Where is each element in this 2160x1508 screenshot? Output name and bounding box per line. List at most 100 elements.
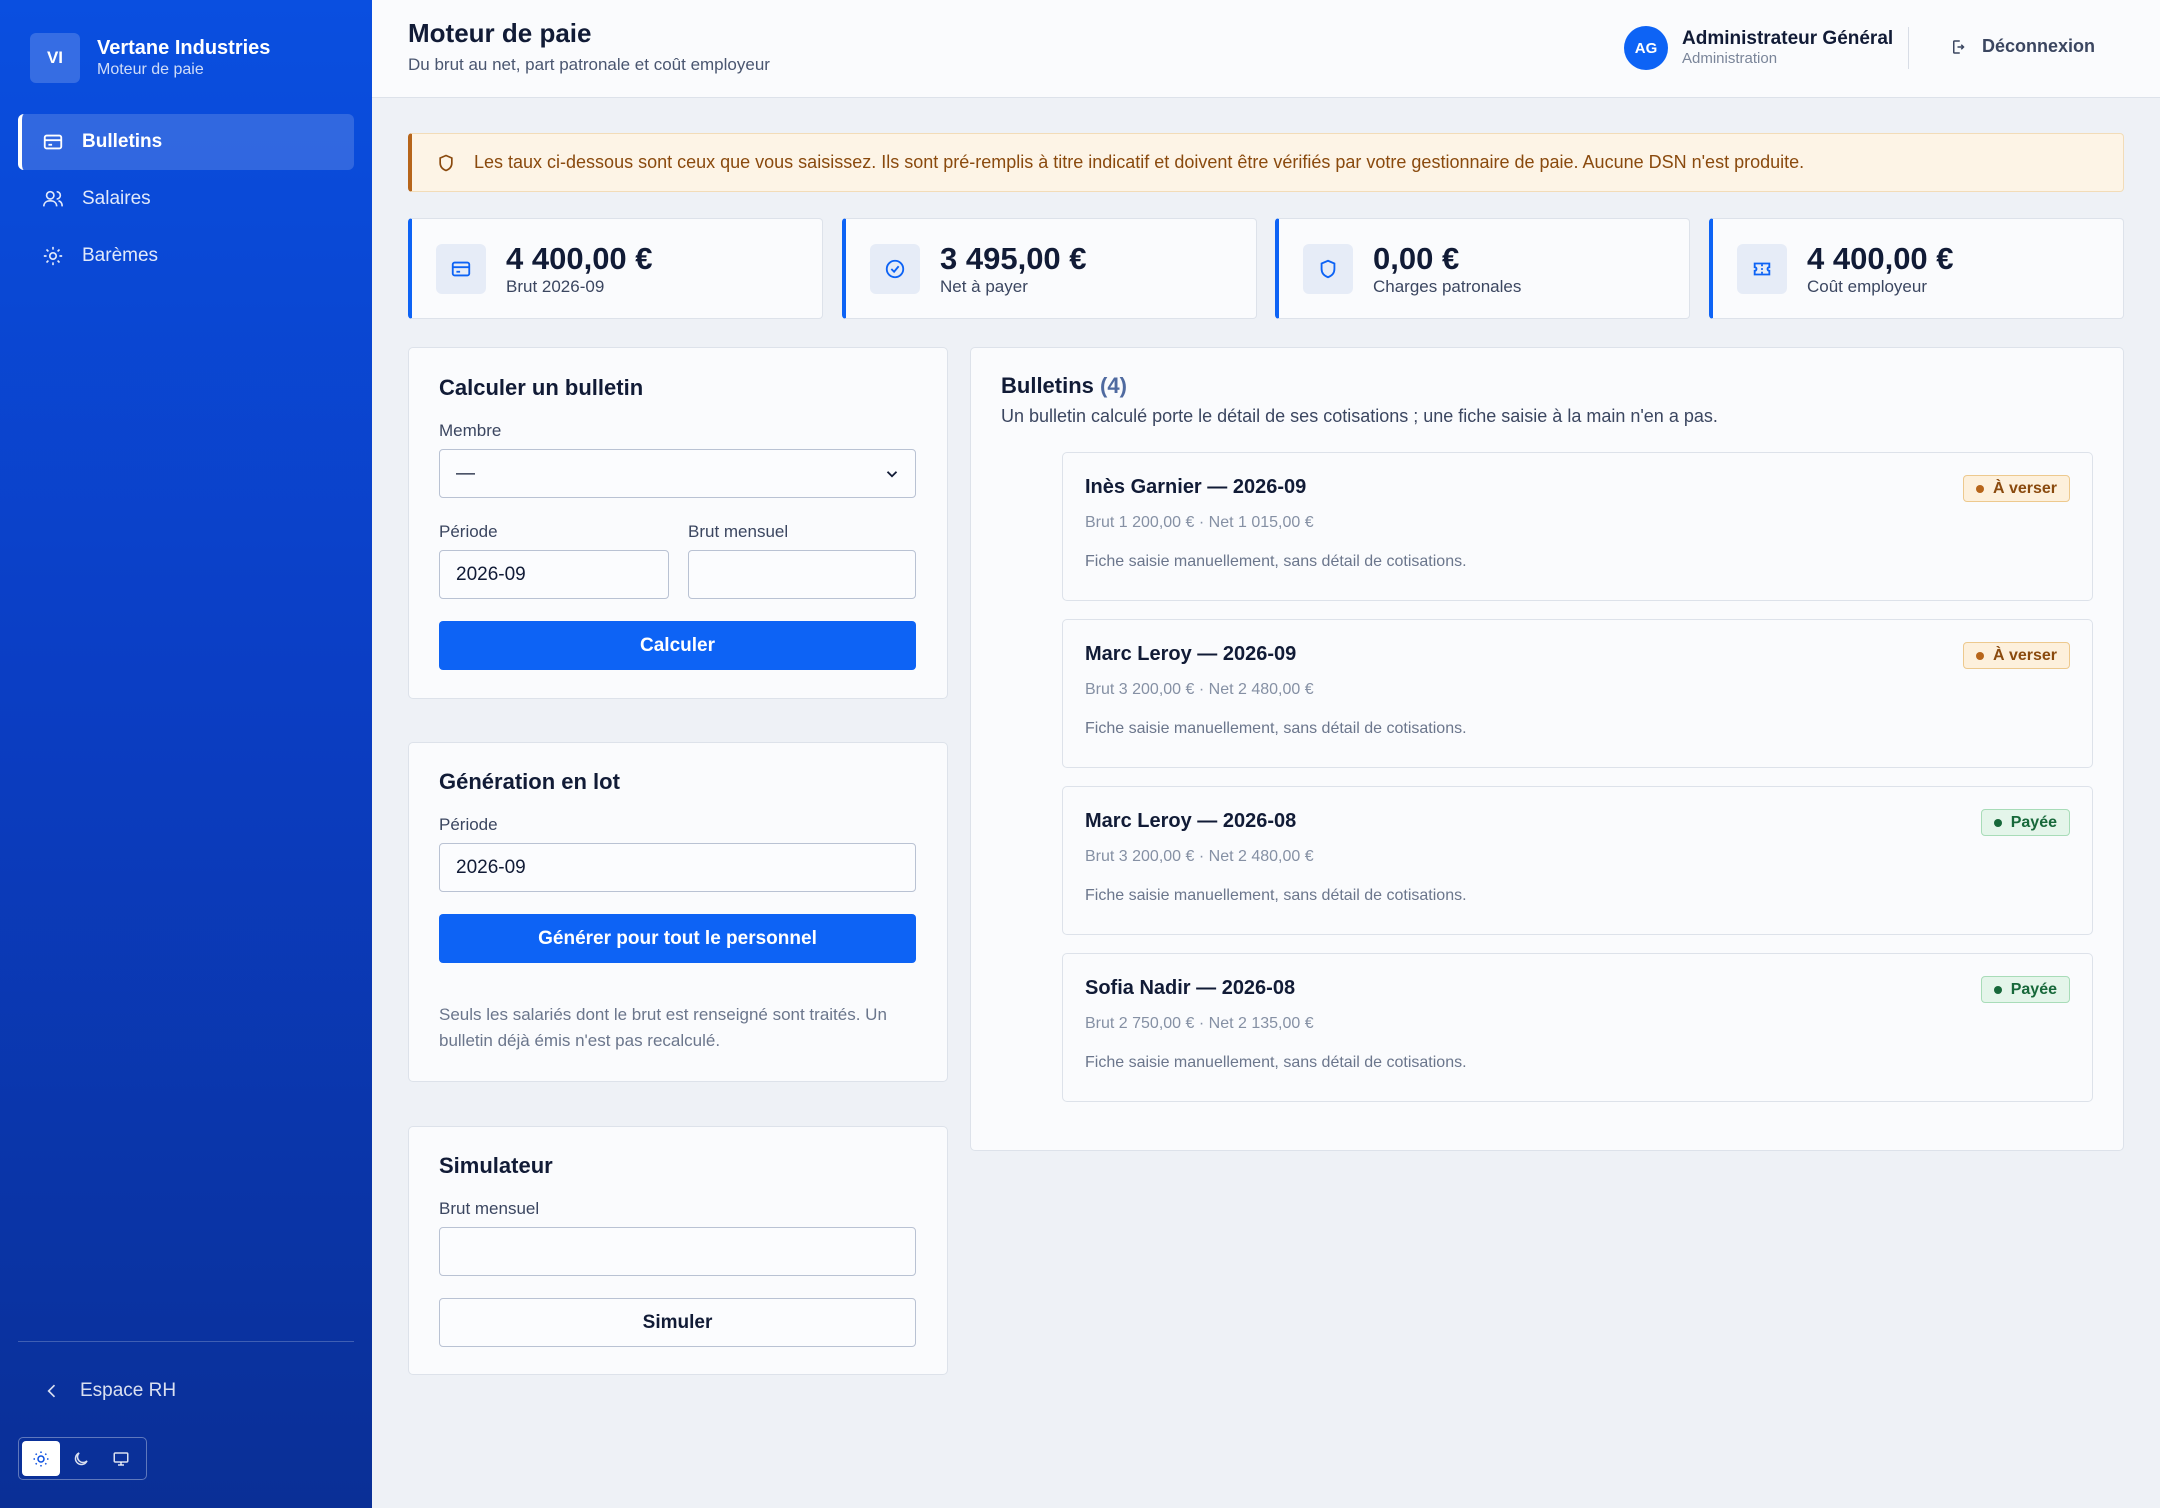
brand-subtitle: Moteur de paie bbox=[97, 61, 204, 78]
users-icon bbox=[42, 188, 64, 210]
chevron-left-icon bbox=[47, 1384, 56, 1398]
member-select-value: — bbox=[456, 462, 475, 484]
alert-text: Les taux ci-dessous sont ceux que vous s… bbox=[474, 152, 1805, 172]
bulletins-panel: Bulletins (4) Un bulletin calculé porte … bbox=[970, 347, 2124, 1151]
gross-label: Brut mensuel bbox=[688, 522, 789, 541]
theme-light-button[interactable] bbox=[22, 1441, 60, 1476]
brand: VI Vertane Industries Moteur de paie bbox=[30, 33, 270, 83]
sidebar-item-bulletins[interactable]: Bulletins bbox=[18, 114, 354, 170]
bulletin-note: Fiche saisie manuellement, sans détail d… bbox=[1085, 553, 1467, 570]
panel-title: Calculer un bulletin bbox=[439, 375, 644, 400]
sidebar-item-label: Bulletins bbox=[82, 131, 163, 152]
bulletin-card[interactable]: Marc Leroy — 2026-08 Brut 3 200,00 € · N… bbox=[1062, 786, 2093, 935]
page-subtitle: Du brut au net, part patronale et coût e… bbox=[408, 55, 770, 74]
bulletins-title-text: Bulletins bbox=[1001, 373, 1094, 398]
period-input[interactable]: 2026-09 bbox=[439, 550, 669, 599]
batch-period-value: 2026-09 bbox=[456, 856, 526, 878]
kpi-employer-cost: 4 400,00 € Coût employeur bbox=[1709, 218, 2124, 319]
sidebar-divider bbox=[18, 1341, 354, 1342]
kpi-label: Net à payer bbox=[940, 276, 1028, 296]
sun-icon bbox=[33, 1451, 49, 1466]
gear-icon bbox=[42, 245, 64, 267]
brand-name: Vertane Industries bbox=[97, 37, 271, 59]
user-profile[interactable]: AG Administrateur Général Administration bbox=[1624, 26, 1893, 70]
status-badge: À verser bbox=[1962, 475, 2070, 502]
panel-title: Simulateur bbox=[439, 1153, 553, 1178]
calculate-button[interactable]: Calculer bbox=[439, 621, 916, 670]
period-label: Période bbox=[439, 522, 498, 541]
bulletin-name: Inès Garnier — 2026-09 bbox=[1085, 476, 1307, 498]
sidebar-item-label: Salaires bbox=[82, 188, 151, 209]
bulletin-name: Marc Leroy — 2026-09 bbox=[1085, 643, 1297, 665]
check-circle-icon bbox=[870, 243, 920, 294]
back-link-label: Espace RH bbox=[80, 1380, 177, 1401]
ticket-icon bbox=[1737, 243, 1787, 294]
theme-switcher bbox=[18, 1437, 147, 1480]
kpi-net: 3 495,00 € Net à payer bbox=[842, 218, 1257, 319]
calc-panel: Calculer un bulletin Membre — Période 20… bbox=[408, 347, 948, 699]
period-input-value: 2026-09 bbox=[456, 563, 526, 585]
kpi-gross: 4 400,00 € Brut 2026-09 bbox=[408, 218, 823, 319]
page-title: Moteur de paie bbox=[408, 18, 592, 48]
bulletin-note: Fiche saisie manuellement, sans détail d… bbox=[1085, 887, 1467, 904]
kpi-value: 4 400,00 € bbox=[506, 240, 653, 276]
bulletins-description: Un bulletin calculé porte le détail de s… bbox=[1001, 406, 1718, 426]
bulletin-note: Fiche saisie manuellement, sans détail d… bbox=[1085, 1054, 1467, 1071]
user-name: Administrateur Général bbox=[1682, 28, 1894, 49]
member-label: Membre bbox=[439, 421, 502, 440]
info-alert: Les taux ci-dessous sont ceux que vous s… bbox=[408, 133, 2124, 192]
shield-icon bbox=[1303, 243, 1353, 294]
status-badge-label: À verser bbox=[1992, 479, 2057, 497]
gross-input[interactable] bbox=[688, 550, 916, 599]
shield-icon bbox=[439, 154, 453, 171]
period-label: Période bbox=[439, 815, 498, 834]
header-divider bbox=[1908, 27, 1909, 69]
theme-system-button[interactable] bbox=[102, 1441, 140, 1476]
status-badge-label: Payée bbox=[2010, 980, 2057, 998]
bulletin-note: Fiche saisie manuellement, sans détail d… bbox=[1085, 720, 1467, 737]
card-icon bbox=[436, 243, 486, 294]
sidebar-nav: Bulletins Salaires Barèmes bbox=[18, 114, 354, 285]
bulletins-count: (4) bbox=[1100, 373, 1127, 398]
avatar: AG bbox=[1624, 26, 1668, 70]
moon-icon bbox=[74, 1451, 88, 1465]
kpi-label: Charges patronales bbox=[1373, 276, 1522, 296]
sidebar-item-baremes[interactable]: Barèmes bbox=[18, 228, 354, 284]
kpi-value: 0,00 € bbox=[1373, 240, 1460, 276]
kpi-employer-charges: 0,00 € Charges patronales bbox=[1275, 218, 1690, 319]
batch-period-input[interactable]: 2026-09 bbox=[439, 843, 916, 892]
kpi-value: 3 495,00 € bbox=[940, 240, 1087, 276]
payslip-card-icon bbox=[42, 131, 64, 153]
simulator-panel: Simulateur Brut mensuel Simuler bbox=[408, 1126, 948, 1375]
bulletin-name: Sofia Nadir — 2026-08 bbox=[1085, 977, 1296, 999]
member-select[interactable]: — bbox=[439, 449, 916, 498]
simulate-button[interactable]: Simuler bbox=[439, 1298, 916, 1347]
bulletin-amounts: Brut 2 750,00 € · Net 2 135,00 € bbox=[1085, 1015, 1314, 1032]
panel-title: Génération en lot bbox=[439, 769, 620, 794]
kpi-value: 4 400,00 € bbox=[1807, 240, 1954, 276]
bulletin-card[interactable]: Inès Garnier — 2026-09 Brut 1 200,00 € ·… bbox=[1062, 452, 2093, 601]
kpi-label: Coût employeur bbox=[1807, 276, 1928, 296]
bulletin-name: Marc Leroy — 2026-08 bbox=[1085, 810, 1297, 832]
bulletins-title: Bulletins (4) bbox=[1001, 373, 1127, 399]
top-header: Moteur de paie Du brut au net, part patr… bbox=[372, 0, 2160, 98]
status-badge-label: Payée bbox=[2010, 813, 2057, 831]
bulletin-card[interactable]: Marc Leroy — 2026-09 Brut 3 200,00 € · N… bbox=[1062, 619, 2093, 768]
logout-icon bbox=[1953, 39, 1965, 54]
back-to-hr-link[interactable]: Espace RH bbox=[42, 1380, 176, 1402]
user-role: Administration bbox=[1682, 50, 1778, 67]
bulletin-card[interactable]: Sofia Nadir — 2026-08 Brut 2 750,00 € · … bbox=[1062, 953, 2093, 1102]
batch-panel: Génération en lot Période 2026-09 Génére… bbox=[408, 742, 948, 1082]
batch-note: Seuls les salariés dont le brut est rens… bbox=[439, 1005, 887, 1050]
generate-all-button[interactable]: Générer pour tout le personnel bbox=[439, 914, 916, 963]
sidebar-item-salaires[interactable]: Salaires bbox=[18, 171, 354, 227]
sim-gross-label: Brut mensuel bbox=[439, 1199, 540, 1218]
logout-button[interactable]: Déconnexion bbox=[1950, 36, 2095, 57]
sidebar-item-label: Barèmes bbox=[82, 245, 159, 266]
kpi-label: Brut 2026-09 bbox=[506, 276, 605, 296]
chevron-down-icon bbox=[886, 471, 898, 478]
bulletin-amounts: Brut 3 200,00 € · Net 2 480,00 € bbox=[1085, 848, 1314, 865]
bulletin-amounts: Brut 1 200,00 € · Net 1 015,00 € bbox=[1085, 514, 1314, 531]
sim-gross-input[interactable] bbox=[439, 1227, 916, 1276]
theme-dark-button[interactable] bbox=[62, 1441, 100, 1476]
